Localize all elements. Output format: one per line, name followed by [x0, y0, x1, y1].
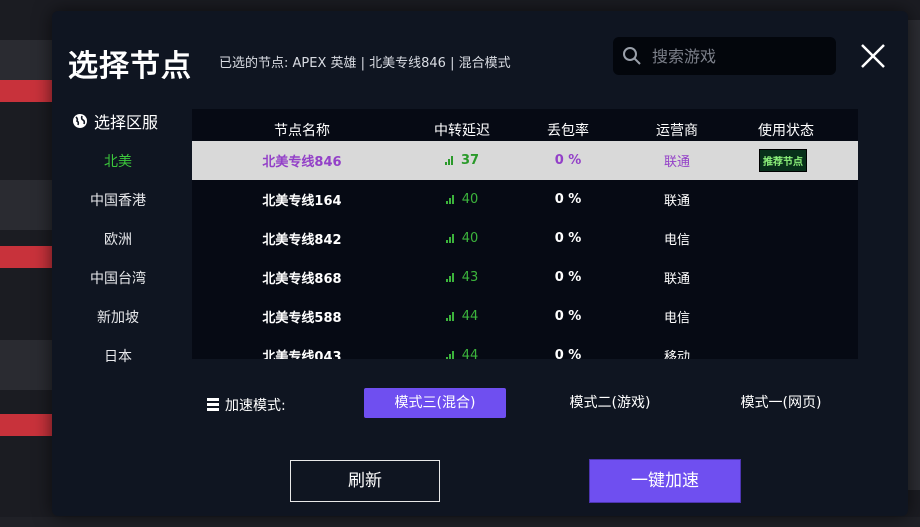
region-item-taiwan[interactable]: 中国台湾 — [68, 260, 168, 299]
node-latency: 37 — [412, 153, 512, 168]
node-name: 北美专线846 — [262, 155, 342, 170]
search-input[interactable] — [652, 46, 822, 66]
background-scroll-area — [908, 20, 920, 490]
node-latency: 40 — [412, 192, 512, 207]
node-name: 北美专线043 — [262, 350, 342, 359]
column-header-name: 节点名称 — [274, 123, 330, 139]
mode-game-button[interactable]: 模式二(游戏) — [539, 388, 681, 418]
column-header-loss: 丢包率 — [547, 123, 589, 139]
node-loss: 0 % — [554, 231, 582, 246]
signal-icon — [445, 273, 456, 282]
selected-node-info: 已选的节点: APEX 英雄 | 北美专线846 | 混合模式 — [219, 56, 511, 71]
column-header-status: 使用状态 — [758, 123, 814, 139]
table-row[interactable]: 北美专线588 44 0 % 电信 — [192, 297, 858, 336]
node-isp: 移动 — [663, 350, 690, 359]
node-latency: 40 — [412, 231, 512, 246]
signal-icon — [445, 234, 456, 243]
table-row[interactable]: 北美专线164 40 0 % 联通 — [192, 180, 858, 219]
signal-icon — [445, 195, 456, 204]
mode-hybrid-button[interactable]: 模式三(混合) — [364, 388, 506, 418]
node-name: 北美专线588 — [262, 311, 342, 326]
background-bottom-bar — [0, 517, 920, 527]
mode-web-button[interactable]: 模式一(网页) — [710, 388, 852, 418]
globe-icon — [73, 114, 87, 128]
node-select-modal: 选择节点 已选的节点: APEX 英雄 | 北美专线846 | 混合模式 选择区… — [52, 11, 908, 516]
node-isp: 联通 — [663, 272, 690, 287]
background-card — [0, 340, 52, 390]
node-isp: 联通 — [663, 194, 690, 209]
node-loss: 0 % — [554, 309, 582, 324]
mode-label: 加速模式: — [207, 395, 286, 415]
mode-label-text: 加速模式: — [225, 398, 286, 414]
node-name: 北美专线842 — [262, 233, 342, 248]
node-loss: 0 % — [554, 270, 582, 285]
background-price-tag — [0, 80, 52, 102]
latency-value: 43 — [461, 270, 479, 285]
signal-icon — [445, 351, 456, 359]
node-isp: 电信 — [663, 311, 690, 326]
close-icon — [861, 44, 885, 68]
node-isp: 联通 — [663, 155, 690, 170]
node-latency: 44 — [412, 348, 512, 359]
region-header: 选择区服 — [72, 109, 158, 133]
latency-value: 40 — [461, 192, 479, 207]
modal-title: 选择节点 — [68, 49, 192, 84]
background-card — [0, 180, 52, 230]
table-row[interactable]: 北美专线846 37 0 % 联通 推荐节点 — [192, 141, 858, 180]
column-header-latency: 中转延迟 — [434, 123, 490, 139]
latency-value: 44 — [461, 309, 479, 324]
search-icon — [623, 47, 641, 65]
node-latency: 43 — [412, 270, 512, 285]
recommended-badge: 推荐节点 — [759, 149, 807, 172]
node-latency: 44 — [412, 309, 512, 324]
node-isp: 电信 — [663, 233, 690, 248]
search-box[interactable] — [613, 37, 836, 75]
table-row[interactable]: 北美专线842 40 0 % 电信 — [192, 219, 858, 258]
table-header: 节点名称 中转延迟 丢包率 运营商 使用状态 — [192, 109, 858, 141]
latency-value: 40 — [461, 231, 479, 246]
close-button[interactable] — [858, 41, 888, 71]
refresh-button[interactable]: 刷新 — [290, 460, 440, 502]
latency-value: 44 — [461, 348, 479, 359]
region-item-north-america[interactable]: 北美 — [68, 143, 168, 182]
background-price-tag — [0, 246, 52, 268]
column-header-isp: 运营商 — [656, 123, 698, 139]
region-item-hong-kong[interactable]: 中国香港 — [68, 182, 168, 221]
region-header-label: 选择区服 — [94, 113, 159, 132]
signal-icon — [445, 312, 456, 321]
node-loss: 0 % — [554, 348, 582, 359]
signal-icon — [444, 156, 455, 165]
background-price-tag — [0, 414, 52, 436]
region-item-singapore[interactable]: 新加坡 — [68, 299, 168, 338]
server-icon — [207, 398, 219, 411]
node-status: 推荐节点 — [730, 149, 842, 172]
table-row[interactable]: 北美专线043 44 0 % 移动 — [192, 336, 858, 359]
node-loss: 0 % — [554, 192, 582, 207]
region-list: 北美 中国香港 欧洲 中国台湾 新加坡 日本 — [68, 143, 168, 377]
node-name: 北美专线868 — [262, 272, 342, 287]
region-item-japan[interactable]: 日本 — [68, 338, 168, 377]
accelerate-button[interactable]: 一键加速 — [590, 460, 740, 502]
node-loss: 0 % — [554, 153, 582, 168]
node-name: 北美专线164 — [262, 194, 342, 209]
region-item-europe[interactable]: 欧洲 — [68, 221, 168, 260]
table-row[interactable]: 北美专线868 43 0 % 联通 — [192, 258, 858, 297]
latency-value: 37 — [460, 153, 480, 168]
node-table: 节点名称 中转延迟 丢包率 运营商 使用状态 北美专线846 37 0 % 联通… — [192, 109, 858, 359]
